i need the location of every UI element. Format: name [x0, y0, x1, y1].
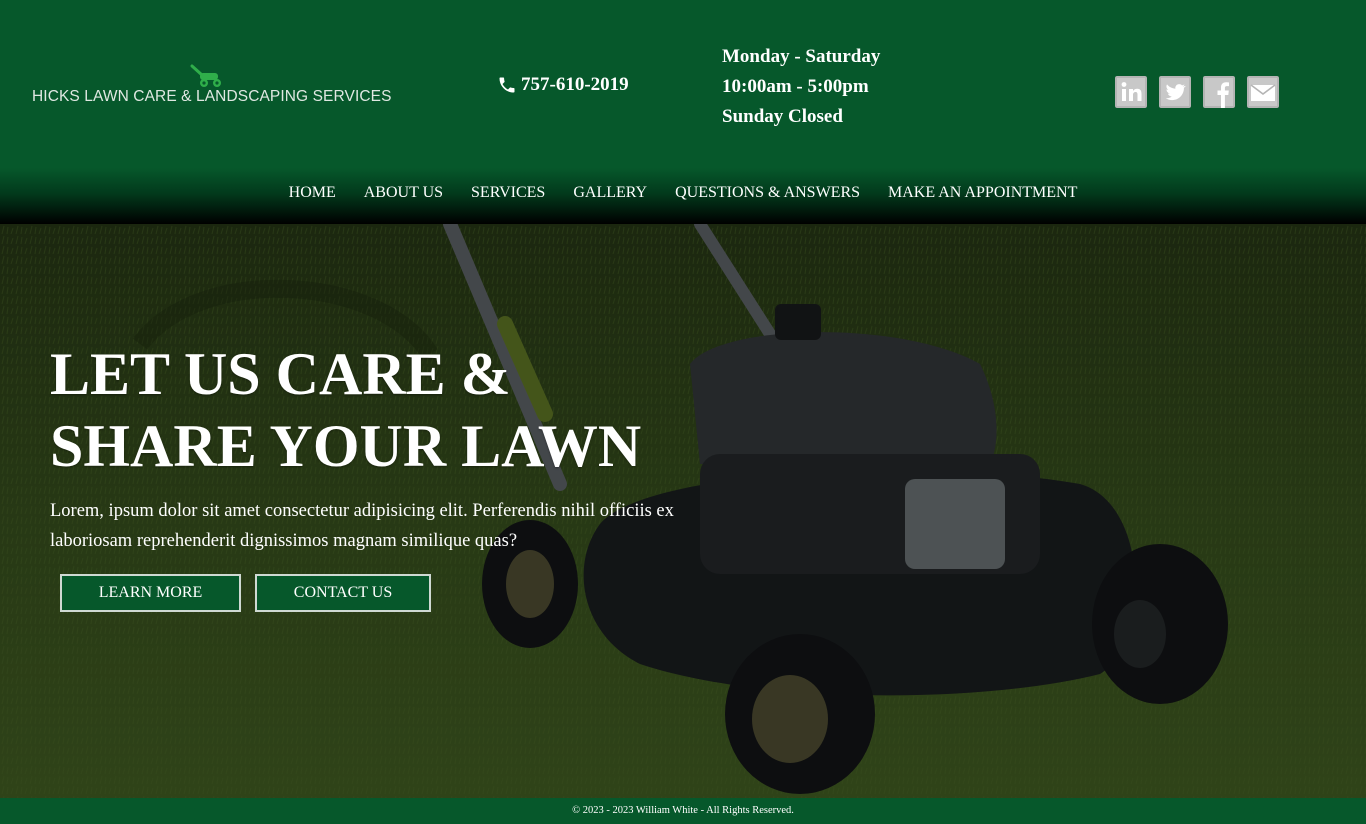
- twitter-icon[interactable]: [1159, 76, 1191, 108]
- hero-section: LET US CARE & SHARE YOUR LAWN Lorem, ips…: [0, 224, 1366, 798]
- copyright-text: © 2023 - 2023 William White - All Rights…: [572, 805, 794, 816]
- phone-contact[interactable]: 757-610-2019: [497, 72, 629, 98]
- hours-time: 10:00am - 5:00pm: [722, 76, 869, 97]
- phone-icon: [499, 77, 515, 93]
- hours-closed: Sunday Closed: [722, 106, 843, 127]
- phone-number: 757-610-2019: [521, 74, 629, 95]
- hours-days: Monday - Saturday: [722, 46, 881, 67]
- nav-questions-answers[interactable]: QUESTIONS & ANSWERS: [675, 184, 860, 202]
- hero-title-line-1: LET US CARE &: [50, 341, 511, 407]
- contact-us-button[interactable]: CONTACT US: [255, 574, 431, 612]
- nav-about-us[interactable]: ABOUT US: [364, 184, 443, 202]
- social-links: [1115, 76, 1279, 108]
- hero-description: Lorem, ipsum dolor sit amet consectetur …: [50, 501, 674, 551]
- business-hours: Monday - Saturday 10:00am - 5:00pm Sunda…: [722, 42, 880, 132]
- site-header: HICKS LAWN CARE & LANDSCAPING SERVICES 7…: [0, 0, 1366, 224]
- linkedin-icon[interactable]: [1115, 76, 1147, 108]
- facebook-icon[interactable]: [1203, 76, 1235, 108]
- main-nav: HOME ABOUT US SERVICES GALLERY QUESTIONS…: [0, 184, 1366, 202]
- logo[interactable]: HICKS LAWN CARE & LANDSCAPING SERVICES: [32, 64, 391, 110]
- lawn-mower-icon: [190, 64, 221, 87]
- hero-title-line-2: SHARE YOUR LAWN: [50, 413, 642, 479]
- email-icon[interactable]: [1247, 76, 1279, 108]
- nav-make-appointment[interactable]: MAKE AN APPOINTMENT: [888, 184, 1077, 202]
- site-footer: © 2023 - 2023 William White - All Rights…: [0, 798, 1366, 824]
- brand-name: HICKS LAWN CARE & LANDSCAPING SERVICES: [32, 88, 392, 105]
- nav-gallery[interactable]: GALLERY: [573, 184, 647, 202]
- learn-more-button[interactable]: LEARN MORE: [60, 574, 241, 612]
- hero-title: LET US CARE & SHARE YOUR LAWN: [50, 338, 641, 482]
- nav-services[interactable]: SERVICES: [471, 184, 545, 202]
- nav-home[interactable]: HOME: [289, 184, 336, 202]
